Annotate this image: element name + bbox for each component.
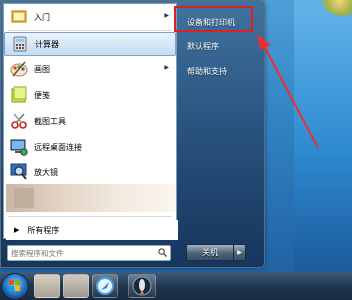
menu-item-label: 远程桌面连接 [34, 142, 82, 152]
menu-item-label: 放大镜 [34, 167, 58, 177]
menu-item-label: 画图 [34, 64, 50, 74]
menu-item-label: 帮助和支持 [187, 66, 227, 76]
shutdown-control: 关机 ▶ [186, 244, 246, 261]
submenu-arrow-icon: ▶ [164, 12, 169, 19]
rocket-icon [132, 276, 152, 296]
start-menu: 入门 ▶ 计算器 画图 ▶ 便笺 截图工具 远程桌面连接 放大镜 ▶ 所有程序 … [0, 0, 265, 268]
calculator-icon [11, 35, 29, 53]
browser-icon [96, 277, 114, 295]
taskbar-app-rocket[interactable] [128, 274, 156, 298]
menu-item-snipping-tool[interactable]: 截图工具 [4, 109, 176, 133]
menu-item-sticky-notes[interactable]: 便笺 [4, 83, 176, 107]
divider [8, 30, 172, 31]
menu-item-label: 计算器 [35, 39, 59, 49]
shutdown-options-button[interactable]: ▶ [234, 244, 246, 261]
menu-item-getting-started[interactable]: 入门 ▶ [4, 5, 176, 29]
menu-item-default-programs[interactable]: 默认程序 [183, 35, 261, 57]
taskbar-app-browser[interactable] [92, 274, 118, 298]
taskbar [0, 272, 352, 300]
shutdown-label: 关机 [202, 248, 218, 257]
getting-started-icon [10, 8, 28, 26]
paint-icon [10, 60, 28, 78]
taskbar-app-blurred[interactable] [63, 274, 89, 298]
menu-item-magnifier[interactable]: 放大镜 [4, 160, 176, 184]
start-menu-programs-pane: 入门 ▶ 计算器 画图 ▶ 便笺 截图工具 远程桌面连接 放大镜 ▶ 所有程序 [3, 3, 178, 240]
start-menu-places-pane: 设备和打印机 默认程序 帮助和支持 [179, 1, 265, 267]
taskbar-app-blurred[interactable] [34, 274, 60, 298]
remote-desktop-icon [10, 138, 28, 156]
menu-item-label: 截图工具 [34, 116, 66, 126]
highlight-box [174, 6, 253, 32]
recent-items-area [6, 184, 176, 212]
menu-item-calculator[interactable]: 计算器 [4, 32, 176, 56]
start-button[interactable] [1, 273, 29, 300]
submenu-arrow-icon: ▶ [164, 64, 169, 71]
windows-logo-icon [9, 280, 20, 291]
arrow-right-icon: ▶ [14, 226, 20, 234]
all-programs-button[interactable]: ▶ 所有程序 [6, 220, 178, 240]
menu-item-paint[interactable]: 画图 ▶ [4, 57, 176, 81]
menu-item-label: 入门 [34, 12, 50, 22]
arrow-right-icon: ▶ [237, 249, 242, 256]
desktop-background [294, 0, 352, 274]
magnifier-icon [10, 163, 28, 181]
menu-item-remote-desktop[interactable]: 远程桌面连接 [4, 135, 176, 159]
menu-item-label: 便笺 [34, 90, 50, 100]
search-box[interactable] [7, 245, 171, 261]
menu-item-help-support[interactable]: 帮助和支持 [183, 60, 261, 82]
search-input[interactable] [11, 248, 151, 258]
snipping-tool-icon [10, 112, 28, 130]
shutdown-button[interactable]: 关机 [186, 244, 234, 261]
all-programs-label: 所有程序 [27, 225, 60, 235]
sticky-notes-icon [10, 86, 28, 104]
divider [8, 216, 172, 217]
menu-item-label: 默认程序 [187, 41, 219, 51]
search-icon[interactable] [158, 247, 167, 259]
